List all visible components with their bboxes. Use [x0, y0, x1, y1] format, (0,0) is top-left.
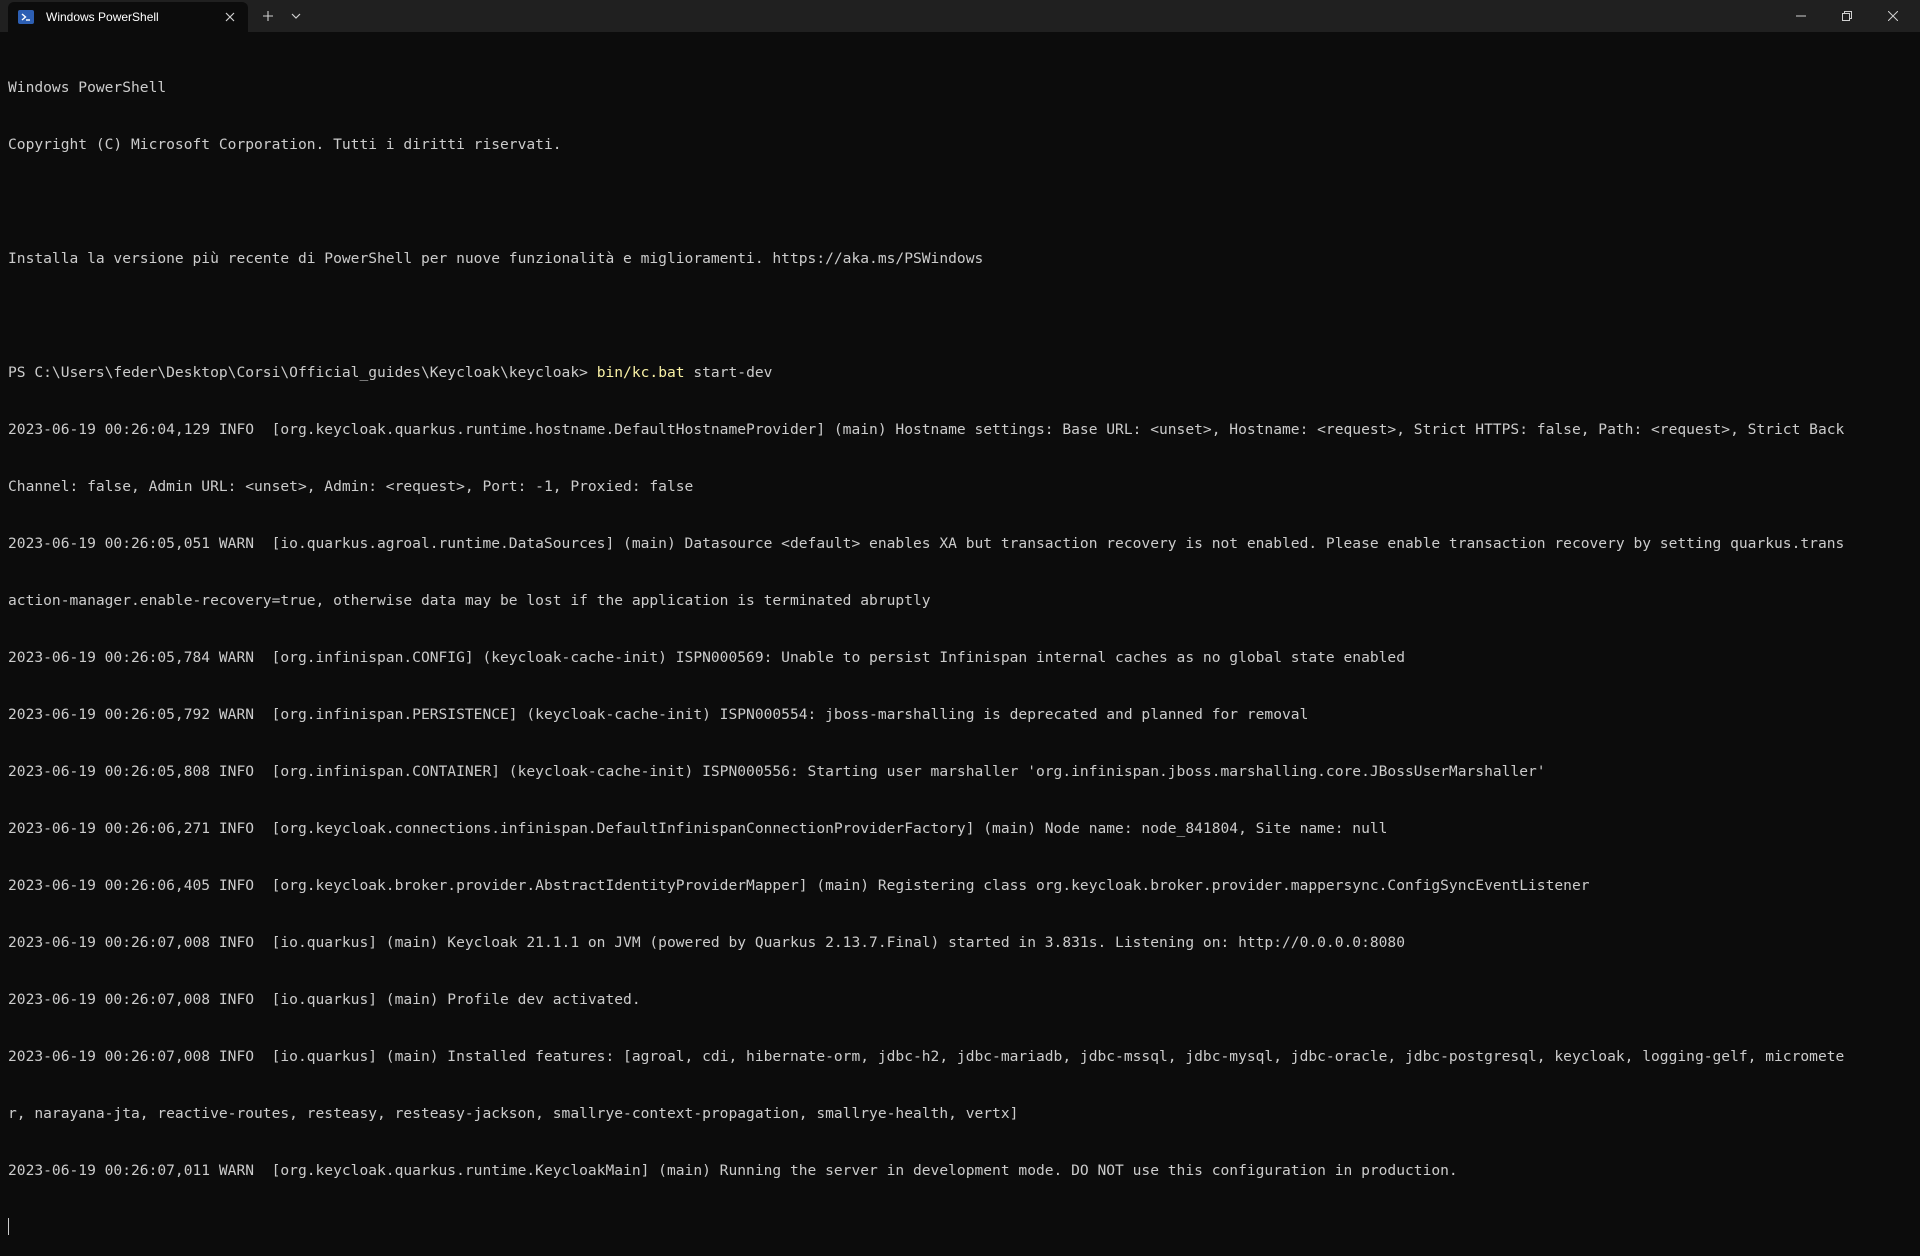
prompt-line: PS C:\Users\feder\Desktop\Corsi\Official… [8, 363, 1912, 382]
log-line: 2023-06-19 00:26:07,008 INFO [io.quarkus… [8, 991, 641, 1008]
plus-icon [263, 11, 273, 21]
log-line: 2023-06-19 00:26:04,129 INFO [org.keyclo… [8, 421, 1845, 438]
tab-windows-powershell[interactable]: Windows PowerShell [8, 2, 248, 32]
console-line: Installa la versione più recente di Powe… [8, 250, 984, 267]
text-cursor [8, 1218, 9, 1235]
maximize-button[interactable] [1824, 0, 1870, 32]
restore-icon [1842, 11, 1852, 21]
close-tab-button[interactable] [220, 7, 240, 27]
log-line: Channel: false, Admin URL: <unset>, Admi… [8, 478, 694, 495]
log-line: action-manager.enable-recovery=true, oth… [8, 592, 931, 609]
log-line: 2023-06-19 00:26:06,405 INFO [org.keyclo… [8, 877, 1590, 894]
log-line: 2023-06-19 00:26:05,784 WARN [org.infini… [8, 649, 1406, 666]
input-line[interactable] [8, 1218, 1912, 1237]
terminal-output[interactable]: Windows PowerShell Copyright (C) Microso… [8, 40, 1912, 1256]
close-window-button[interactable] [1870, 0, 1916, 32]
close-icon [225, 12, 235, 22]
log-line: 2023-06-19 00:26:05,051 WARN [io.quarkus… [8, 535, 1845, 552]
title-bar: Windows PowerShell [0, 0, 1920, 32]
command-args: start-dev [684, 364, 773, 381]
tab-dropdown-button[interactable] [282, 1, 310, 31]
log-line: 2023-06-19 00:26:06,271 INFO [org.keyclo… [8, 820, 1388, 837]
tab-title: Windows PowerShell [46, 10, 159, 24]
minimize-icon [1796, 15, 1806, 17]
minimize-button[interactable] [1778, 0, 1824, 32]
console-line: Windows PowerShell [8, 79, 167, 96]
chevron-down-icon [291, 13, 301, 19]
console-line: Copyright (C) Microsoft Corporation. Tut… [8, 136, 562, 153]
log-line: 2023-06-19 00:26:05,792 WARN [org.infini… [8, 706, 1309, 723]
new-tab-button[interactable] [254, 1, 282, 31]
command-text: bin/kc.bat [596, 364, 685, 381]
log-line: 2023-06-19 00:26:05,808 INFO [org.infini… [8, 763, 1546, 780]
drag-region[interactable] [310, 0, 1778, 32]
prompt-text: PS C:\Users\feder\Desktop\Corsi\Official… [8, 364, 597, 381]
log-line: r, narayana-jta, reactive-routes, restea… [8, 1105, 1019, 1122]
log-line: 2023-06-19 00:26:07,008 INFO [io.quarkus… [8, 934, 1406, 951]
log-line: 2023-06-19 00:26:07,008 INFO [io.quarkus… [8, 1048, 1845, 1065]
close-icon [1888, 11, 1898, 21]
powershell-icon [18, 10, 34, 24]
log-line: 2023-06-19 00:26:07,011 WARN [org.keyclo… [8, 1162, 1458, 1179]
